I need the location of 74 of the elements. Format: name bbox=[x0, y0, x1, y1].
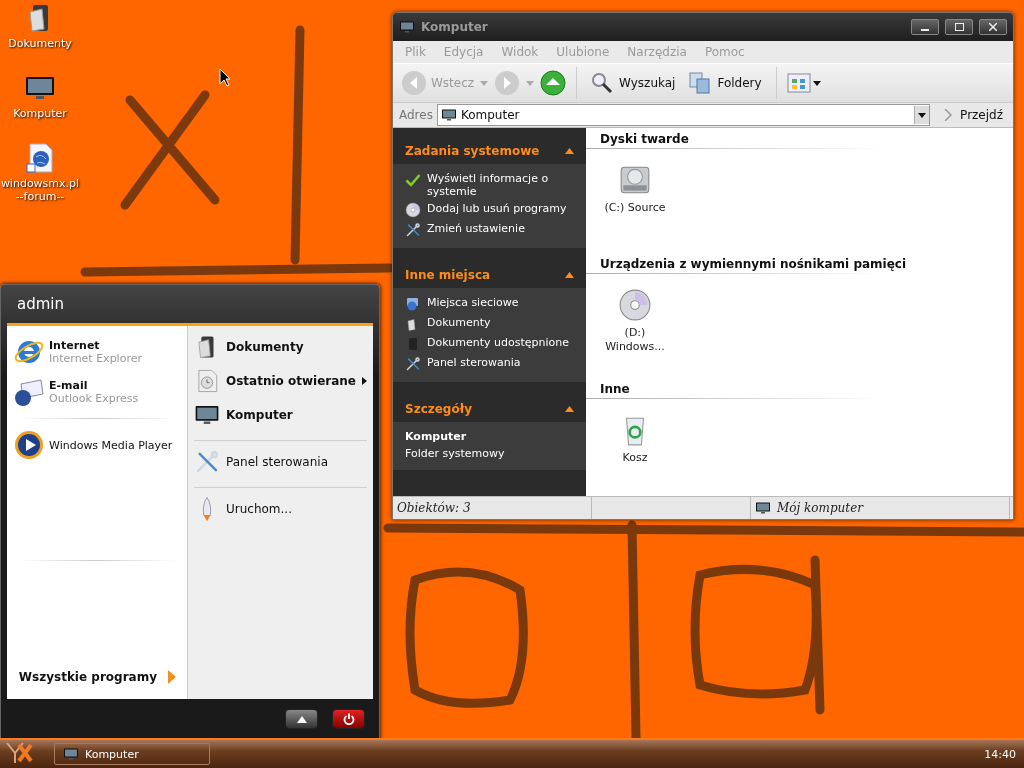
start-menu-item[interactable]: Panel sterowania bbox=[226, 455, 367, 469]
address-label: Adres bbox=[399, 108, 433, 122]
program-title[interactable]: Windows Media Player bbox=[49, 438, 173, 452]
power-button[interactable] bbox=[332, 709, 365, 729]
caret-icon bbox=[918, 112, 927, 118]
go-button[interactable]: Przejdź bbox=[934, 108, 1007, 122]
tools-icon bbox=[405, 222, 421, 238]
task-link[interactable]: Wyświetl informacje o systemie bbox=[427, 172, 578, 198]
start-menu-item[interactable]: Dokumenty bbox=[226, 340, 367, 354]
folders-icon bbox=[689, 72, 712, 94]
media-player-icon bbox=[13, 429, 45, 461]
monitor-icon bbox=[755, 500, 771, 516]
drive-label[interactable]: (D:) Windows... bbox=[605, 326, 665, 354]
maximize-icon bbox=[954, 23, 964, 31]
program-subtitle: Internet Explorer bbox=[49, 352, 142, 365]
collapse-caret-icon bbox=[565, 148, 574, 154]
window-title: Komputer bbox=[421, 20, 489, 34]
network-globe-icon bbox=[405, 296, 421, 312]
dropdown-button[interactable] bbox=[914, 106, 930, 124]
group-heading: Dyski twarde bbox=[586, 132, 1013, 149]
collapse-caret-icon bbox=[565, 272, 574, 278]
arrow-icon bbox=[167, 669, 177, 685]
task-link[interactable]: Panel sterowania bbox=[427, 356, 521, 369]
checkmark-icon bbox=[405, 172, 421, 188]
tools-icon bbox=[405, 356, 421, 372]
maximize-button[interactable] bbox=[945, 19, 973, 35]
cursor-icon bbox=[219, 68, 231, 87]
task-link[interactable]: Dokumenty udostępnione bbox=[427, 336, 569, 349]
drive-label[interactable]: Kosz bbox=[622, 451, 648, 465]
close-icon bbox=[989, 23, 997, 31]
submenu-arrow-icon bbox=[362, 377, 367, 385]
user-name: admin bbox=[17, 295, 64, 313]
search-button[interactable]: Wyszukaj bbox=[587, 72, 680, 94]
status-text: Obiektów: 3 bbox=[397, 501, 471, 515]
status-text: Mój komputer bbox=[777, 501, 863, 515]
disc-icon bbox=[618, 288, 652, 322]
minimize-button[interactable] bbox=[911, 19, 939, 35]
views-button[interactable] bbox=[786, 72, 821, 94]
group-heading: Urządzenia z wymiennymi nośnikami pamięci bbox=[586, 257, 1013, 274]
search-icon bbox=[591, 72, 614, 94]
monitor-icon bbox=[63, 746, 79, 762]
clock: 14:40 bbox=[984, 747, 1016, 761]
mail-globe-icon bbox=[13, 376, 45, 408]
up-button[interactable] bbox=[540, 70, 567, 96]
folders-button[interactable]: Foldery bbox=[685, 72, 766, 94]
taskbar-button[interactable]: Komputer bbox=[54, 743, 210, 765]
eject-icon bbox=[295, 714, 308, 724]
program-title[interactable]: Internet bbox=[49, 339, 142, 352]
monitor-icon bbox=[440, 107, 457, 123]
task-link[interactable]: Miejsca sieciowe bbox=[427, 296, 519, 309]
lock-button[interactable] bbox=[285, 709, 318, 729]
details-name: Komputer bbox=[405, 430, 468, 443]
monitor-icon bbox=[399, 19, 415, 35]
program-title[interactable]: E-mail bbox=[49, 379, 139, 392]
program-subtitle: Outlook Express bbox=[49, 392, 139, 405]
task-link[interactable]: Zmień ustawienie bbox=[427, 222, 525, 235]
power-icon bbox=[342, 713, 355, 725]
collapse-caret-icon bbox=[565, 406, 574, 412]
all-programs-button[interactable]: Wszystkie programy bbox=[13, 661, 181, 693]
tools-icon bbox=[194, 449, 220, 475]
task-link[interactable]: Dokumenty bbox=[427, 316, 491, 329]
drive-label[interactable]: (C:) Source bbox=[604, 201, 666, 215]
address-field[interactable]: Komputer bbox=[436, 104, 931, 126]
disc-icon bbox=[405, 202, 421, 218]
group-heading: Inne bbox=[586, 382, 1013, 399]
start-logo-icon bbox=[5, 741, 33, 765]
start-menu-item[interactable]: Komputer bbox=[226, 408, 367, 422]
details-type: Folder systemowy bbox=[405, 447, 506, 460]
close-button[interactable] bbox=[979, 19, 1007, 35]
task-link[interactable]: Dodaj lub usuń programy bbox=[427, 202, 567, 215]
start-menu-item[interactable]: Uruchom... bbox=[226, 502, 367, 516]
start-menu-item[interactable]: Ostatnio otwierane bbox=[226, 374, 356, 388]
chevron-icon bbox=[944, 109, 953, 121]
web-shortcut-icon bbox=[24, 142, 56, 174]
